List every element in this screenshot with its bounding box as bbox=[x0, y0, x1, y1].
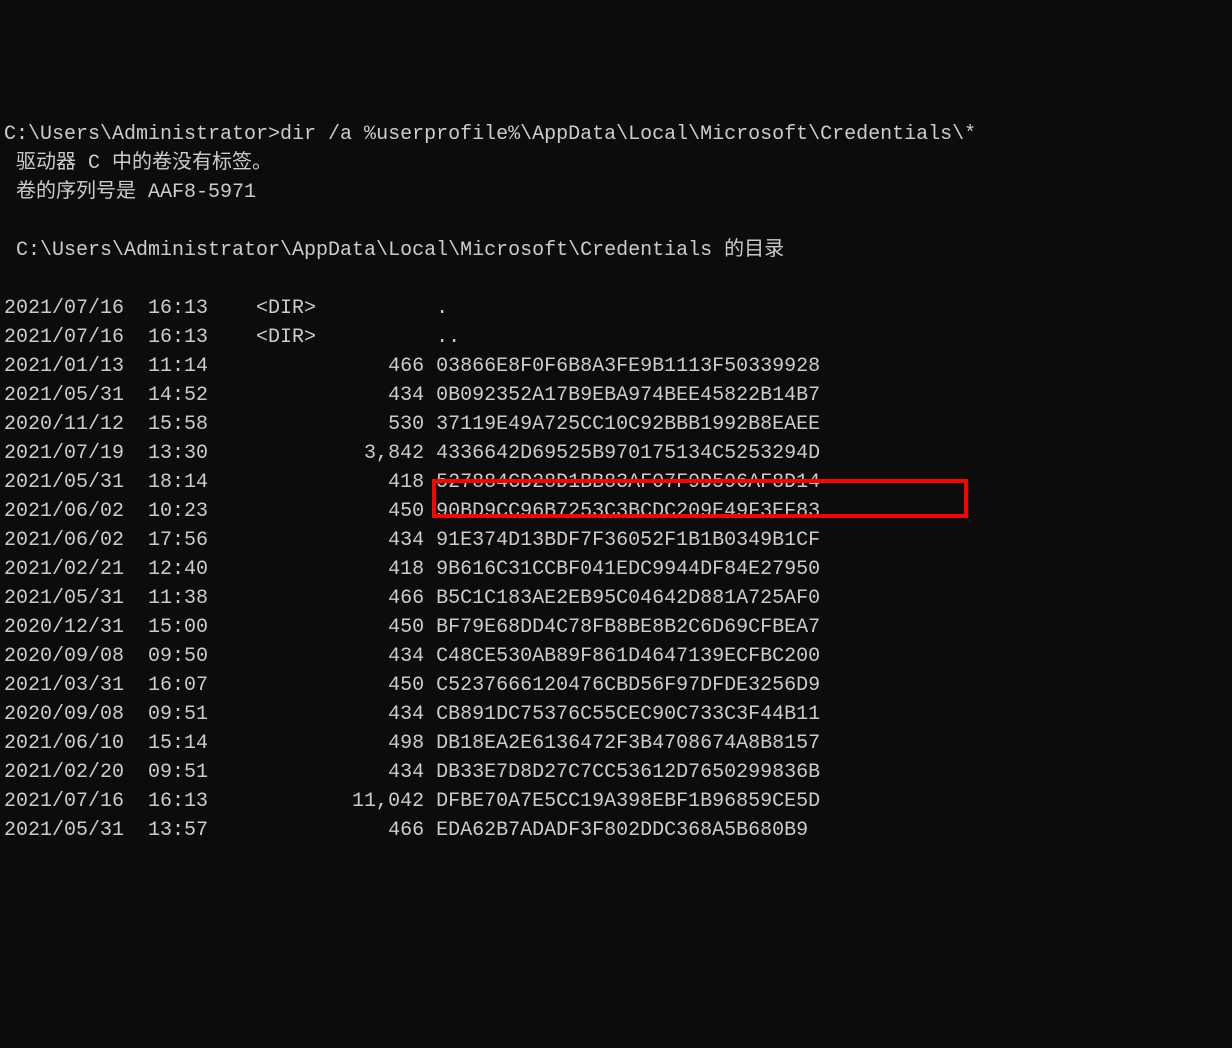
command-text: dir /a %userprofile%\AppData\Local\Micro… bbox=[280, 123, 976, 146]
volume-info: 驱动器 C 中的卷没有标签。 bbox=[4, 152, 272, 175]
prompt-path: C:\Users\Administrator> bbox=[4, 123, 280, 146]
prompt-line: C:\Users\Administrator>dir /a %userprofi… bbox=[4, 123, 976, 146]
directory-listing: 2021/07/16 16:13 <DIR> . 2021/07/16 16:1… bbox=[4, 297, 820, 842]
terminal-output[interactable]: C:\Users\Administrator>dir /a %userprofi… bbox=[0, 116, 1232, 845]
directory-of: C:\Users\Administrator\AppData\Local\Mic… bbox=[4, 239, 784, 262]
serial-info: 卷的序列号是 AAF8-5971 bbox=[4, 181, 256, 204]
